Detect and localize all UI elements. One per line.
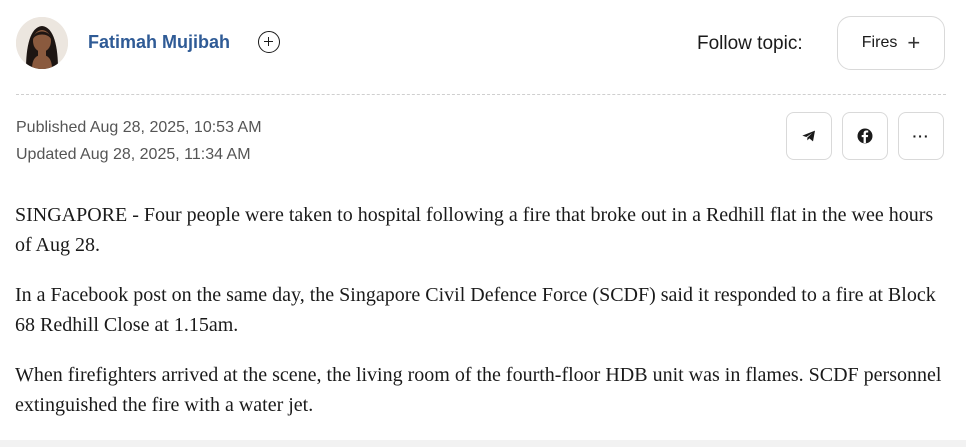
dashed-divider [16,94,946,95]
topic-chip-label: Fires [861,34,898,51]
published-timestamp: Published Aug 28, 2025, 10:53 AM [16,119,262,136]
share-telegram-button[interactable] [786,112,832,160]
follow-author-button[interactable] [258,31,280,53]
more-icon: ··· [912,128,930,144]
article-paragraph-1: SINGAPORE - Four people were taken to ho… [15,204,934,256]
topic-chip-fires[interactable]: Fires + [837,16,945,70]
more-options-button[interactable]: ··· [898,112,944,160]
author-name-link[interactable]: Fatimah Mujibah [88,32,230,53]
follow-topic-label: Follow topic: [697,33,803,54]
updated-timestamp: Updated Aug 28, 2025, 11:34 AM [16,146,251,163]
author-avatar[interactable] [16,17,68,69]
telegram-icon [802,130,815,142]
author-row: Fatimah Mujibah Follow topic: Fires + [16,16,946,72]
bottom-strip [0,440,966,447]
share-facebook-button[interactable] [842,112,888,160]
plus-icon: + [907,30,921,55]
article-paragraph-2: In a Facebook post on the same day, the … [15,284,936,336]
article-meta: Published Aug 28, 2025, 10:53 AM Updated… [16,114,262,168]
avatar-image [16,17,68,69]
article-paragraph-3: When firefighters arrived at the scene, … [15,364,942,416]
facebook-icon [857,128,873,144]
article-body: SINGAPORE - Four people were taken to ho… [15,200,950,440]
